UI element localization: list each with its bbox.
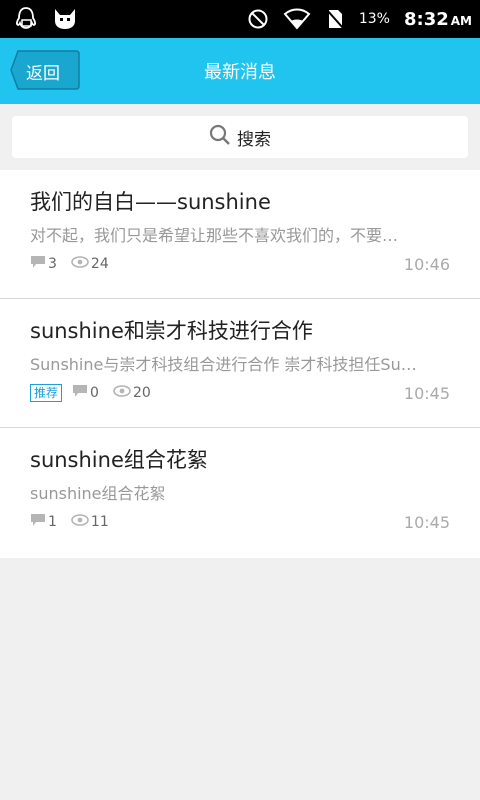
no-sim-icon xyxy=(325,8,345,30)
item-meta: 3 24 10:46 xyxy=(30,254,450,274)
comment-count: 0 xyxy=(90,385,99,401)
back-button[interactable]: 返回 xyxy=(10,50,80,90)
news-list: 我们的自白——sunshine 对不起，我们只是希望让那些不喜欢我们的，不要… … xyxy=(0,170,480,558)
list-item[interactable]: 我们的自白——sunshine 对不起，我们只是希望让那些不喜欢我们的，不要… … xyxy=(0,170,480,299)
comment-icon xyxy=(30,513,46,531)
list-item[interactable]: sunshine和崇才科技进行合作 Sunshine与崇才科技组合进行合作 崇才… xyxy=(0,299,480,428)
clock-time: 8:32 xyxy=(403,8,449,30)
search-label: 搜索 xyxy=(237,129,271,150)
item-time: 10:46 xyxy=(403,254,450,274)
search-icon xyxy=(209,124,231,151)
item-meta: 推荐 0 20 10:45 xyxy=(30,383,450,403)
view-icon xyxy=(113,385,131,401)
list-item[interactable]: sunshine组合花絮 sunshine组合花絮 1 11 10:45 xyxy=(0,428,480,558)
battery-percent: 13% xyxy=(358,11,390,27)
comment-count: 1 xyxy=(48,514,57,530)
status-bar: 13% 8:32 AM xyxy=(0,0,480,38)
clock-ampm: AM xyxy=(450,13,472,28)
comment-icon xyxy=(72,384,88,402)
view-count: 20 xyxy=(132,385,151,401)
view-icon xyxy=(71,514,89,530)
item-meta: 1 11 10:45 xyxy=(30,512,450,532)
comment-icon xyxy=(30,255,46,273)
view-icon xyxy=(71,256,89,272)
do-not-disturb-icon xyxy=(247,8,269,30)
item-summary: sunshine组合花絮 xyxy=(30,484,166,503)
item-summary: Sunshine与崇才科技组合进行合作 崇才科技担任Su… xyxy=(30,355,417,374)
page-title: 最新消息 xyxy=(204,62,276,83)
view-count: 24 xyxy=(90,256,109,272)
back-button-label: 返回 xyxy=(26,64,60,84)
recommend-tag: 推荐 xyxy=(30,384,63,402)
item-title: sunshine和崇才科技进行合作 xyxy=(30,319,313,343)
item-time: 10:45 xyxy=(403,383,450,403)
search-input[interactable]: 搜索 xyxy=(12,116,468,158)
wifi-icon xyxy=(283,8,311,30)
item-title: 我们的自白——sunshine xyxy=(30,190,271,214)
app-header: 返回 最新消息 xyxy=(0,38,480,104)
item-time: 10:45 xyxy=(403,512,450,532)
item-summary: 对不起，我们只是希望让那些不喜欢我们的，不要… xyxy=(30,226,399,245)
search-bar-container: 搜索 xyxy=(0,104,480,170)
item-title: sunshine组合花絮 xyxy=(30,448,208,472)
comment-count: 3 xyxy=(48,256,57,272)
view-count: 11 xyxy=(90,514,109,530)
clock: 8:32 AM xyxy=(404,9,472,30)
qq-notification-icon xyxy=(14,6,38,32)
cat-notification-icon xyxy=(52,7,78,31)
